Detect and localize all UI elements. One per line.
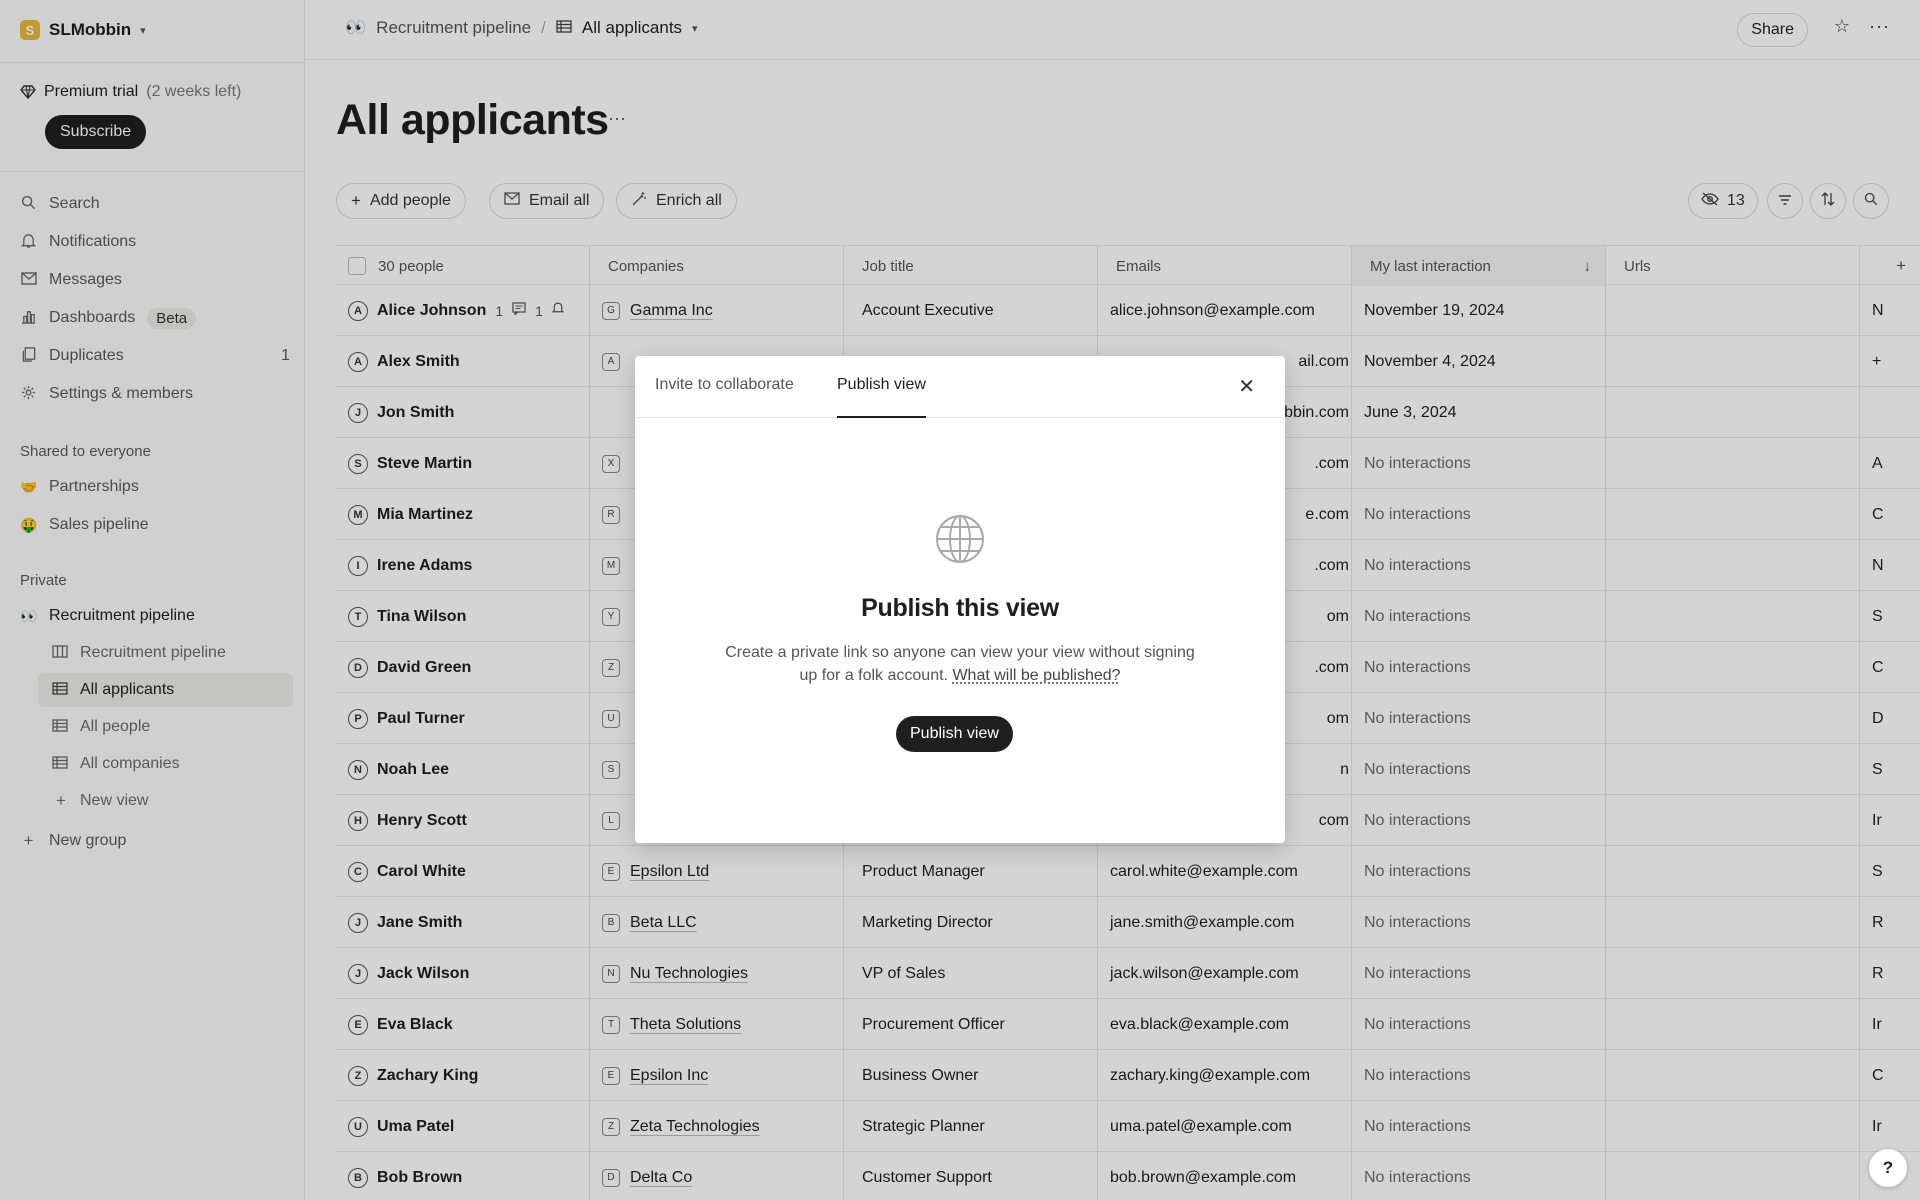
publish-view-button[interactable]: Publish view xyxy=(896,716,1013,752)
what-published-link[interactable]: What will be published? xyxy=(952,667,1120,684)
globe-icon xyxy=(936,515,984,563)
tab-invite[interactable]: Invite to collaborate xyxy=(655,376,794,418)
modal-description: Create a private link so anyone can view… xyxy=(715,641,1205,687)
tab-publish[interactable]: Publish view xyxy=(837,376,926,418)
close-icon[interactable]: ✕ xyxy=(1238,374,1255,399)
modal-tabs: Invite to collaborate Publish view ✕ xyxy=(635,356,1285,418)
modal-title: Publish this view xyxy=(861,594,1059,622)
help-button[interactable]: ? xyxy=(1869,1149,1907,1187)
publish-modal: Invite to collaborate Publish view ✕ Pub… xyxy=(635,356,1285,843)
